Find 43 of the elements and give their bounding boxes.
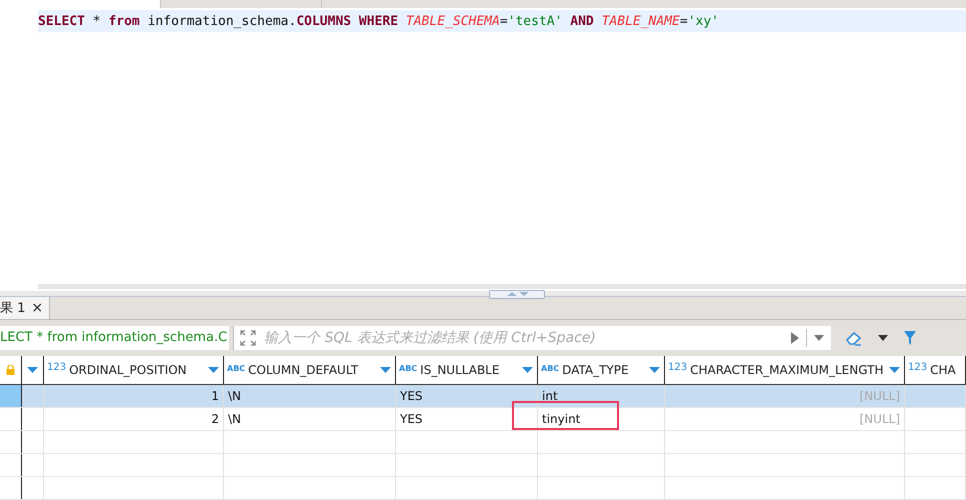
type-label: ABC [541, 364, 560, 373]
column-header[interactable]: 123 CHARACTER_MAXIMUM_LENGTH [665, 356, 905, 384]
dropdown-icon[interactable] [813, 334, 826, 342]
results-tab[interactable]: 果 1 × [0, 296, 50, 320]
type-label: ABC [227, 364, 246, 373]
sort-icon[interactable] [522, 366, 533, 374]
sort-icon[interactable] [27, 366, 38, 374]
sql-query-line: SELECT * from information_schema.COLUMNS WHERE TABLE_SCHEMA='testA' AND TABLE_NAME='xy' [38, 14, 719, 28]
sql-editor[interactable]: SELECT * from information_schema.COLUMNS WHERE TABLE_SCHEMA='testA' AND TABLE_NAME='xy' [0, 8, 966, 291]
sort-icon[interactable] [889, 366, 900, 374]
expand-icon[interactable] [240, 330, 256, 346]
table-cell: [NULL] [860, 389, 900, 403]
table-cell: \N [228, 412, 242, 426]
column-header[interactable]: ABC COLUMN_DEFAULT [224, 356, 396, 384]
play-icon[interactable] [790, 331, 800, 346]
sort-icon[interactable] [649, 366, 660, 374]
query-text: LECT * from information_schema.C [0, 326, 230, 350]
close-icon[interactable]: × [31, 300, 44, 316]
column-header[interactable]: ABC IS_NULLABLE [396, 356, 538, 384]
dropdown-icon[interactable] [877, 334, 890, 342]
type-label: 123 [668, 362, 688, 373]
sort-icon[interactable] [208, 366, 219, 374]
filter-field[interactable]: 输入一个 SQL 表达式来过滤结果 (使用 Ctrl+Space) [233, 326, 832, 350]
eraser-icon[interactable] [845, 330, 864, 346]
table-cell: [NULL] [860, 412, 900, 426]
lock-icon [6, 365, 15, 375]
table-row[interactable]: 1 \N YES int [NULL] [0, 385, 966, 408]
table-cell: tinyint [542, 412, 580, 426]
table-cell: int [542, 389, 558, 403]
column-header[interactable]: 123 CHA [905, 356, 966, 384]
table-cell: \N [228, 389, 242, 403]
table-cell: YES [400, 412, 423, 426]
table-cell: 2 [211, 412, 219, 426]
type-label: ABC [399, 364, 418, 373]
column-header[interactable]: 123 ORDINAL_POSITION [44, 356, 224, 384]
table-row[interactable]: 2 \N YES tinyint [NULL] [0, 408, 966, 431]
filter-icon[interactable] [903, 330, 918, 346]
type-label: 123 [47, 362, 66, 373]
table-cell: YES [400, 389, 423, 403]
sort-icon[interactable] [380, 366, 391, 374]
table-cell: 1 [211, 389, 219, 403]
column-header[interactable]: ABC DATA_TYPE [538, 356, 665, 384]
type-label: 123 [908, 362, 928, 373]
